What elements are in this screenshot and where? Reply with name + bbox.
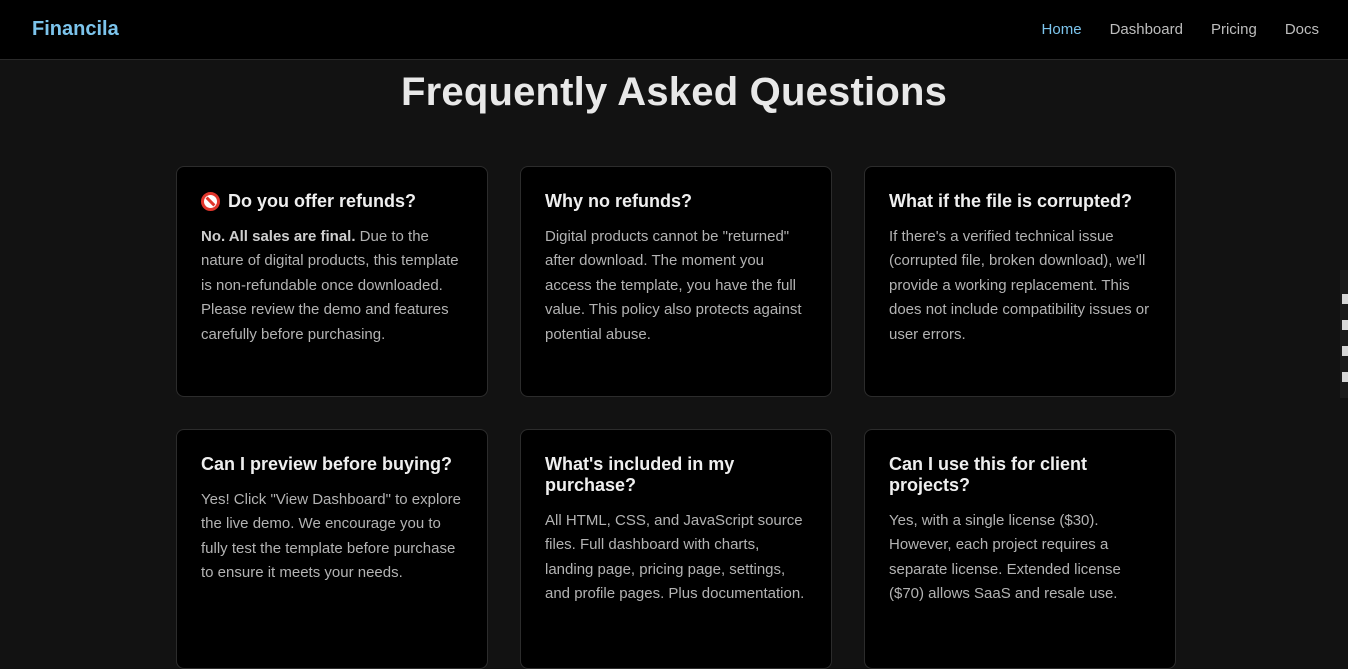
brand-logo-link[interactable]: Financila [32,18,119,41]
nav-item-home: Home [1042,21,1082,39]
top-navbar: Financila Home Dashboard Pricing Docs [0,0,1348,60]
nav-link-docs[interactable]: Docs [1285,21,1319,38]
faq-question-text: Do you offer refunds? [228,191,416,211]
side-toolbar-icon[interactable] [1342,294,1348,304]
nav-item-pricing: Pricing [1211,21,1257,39]
page-title: Frequently Asked Questions [400,70,948,114]
nav-item-docs: Docs [1285,21,1319,39]
side-toolbar[interactable] [1340,270,1348,398]
faq-card-preview: Can I preview before buying? Yes! Click … [176,429,488,669]
faq-question: Do you offer refunds? [201,191,463,212]
faq-answer: Yes, with a single license ($30). Howeve… [889,512,1121,603]
nav-link-home[interactable]: Home [1042,21,1082,38]
faq-card-why-no-refunds: Why no refunds? Digital products cannot … [520,166,832,397]
nav-links: Home Dashboard Pricing Docs [1042,21,1319,39]
nav-link-dashboard[interactable]: Dashboard [1110,21,1183,38]
no-entry-icon [201,192,220,211]
side-toolbar-icon[interactable] [1342,320,1348,330]
faq-card-corrupted-file: What if the file is corrupted? If there'… [864,166,1176,397]
side-toolbar-icon[interactable] [1342,346,1348,356]
faq-answer: No. All sales are final. Due to the natu… [201,225,463,347]
faq-question: What if the file is corrupted? [889,191,1133,211]
faq-card-included: What's included in my purchase? All HTML… [520,429,832,669]
side-toolbar-icon[interactable] [1342,372,1348,382]
faq-question: Why no refunds? [545,191,692,211]
faq-card-refunds: Do you offer refunds? No. All sales are … [176,166,488,397]
faq-answer: All HTML, CSS, and JavaScript source fil… [545,512,805,603]
faq-question: Can I preview before buying? [201,454,453,474]
faq-answer: Digital products cannot be "returned" af… [545,228,802,343]
nav-link-pricing[interactable]: Pricing [1211,21,1257,38]
faq-answer-text: Due to the nature of digital products, t… [201,228,459,343]
faq-card-client-projects: Can I use this for client projects? Yes,… [864,429,1176,669]
faq-answer: If there's a verified technical issue (c… [889,228,1150,343]
faq-question: Can I use this for client projects? [889,454,1088,495]
nav-item-dashboard: Dashboard [1110,21,1183,39]
faq-question: What's included in my purchase? [545,454,735,495]
faq-answer-strong: No. All sales are final. [201,228,356,245]
faq-answer: Yes! Click "View Dashboard" to explore t… [201,491,461,582]
